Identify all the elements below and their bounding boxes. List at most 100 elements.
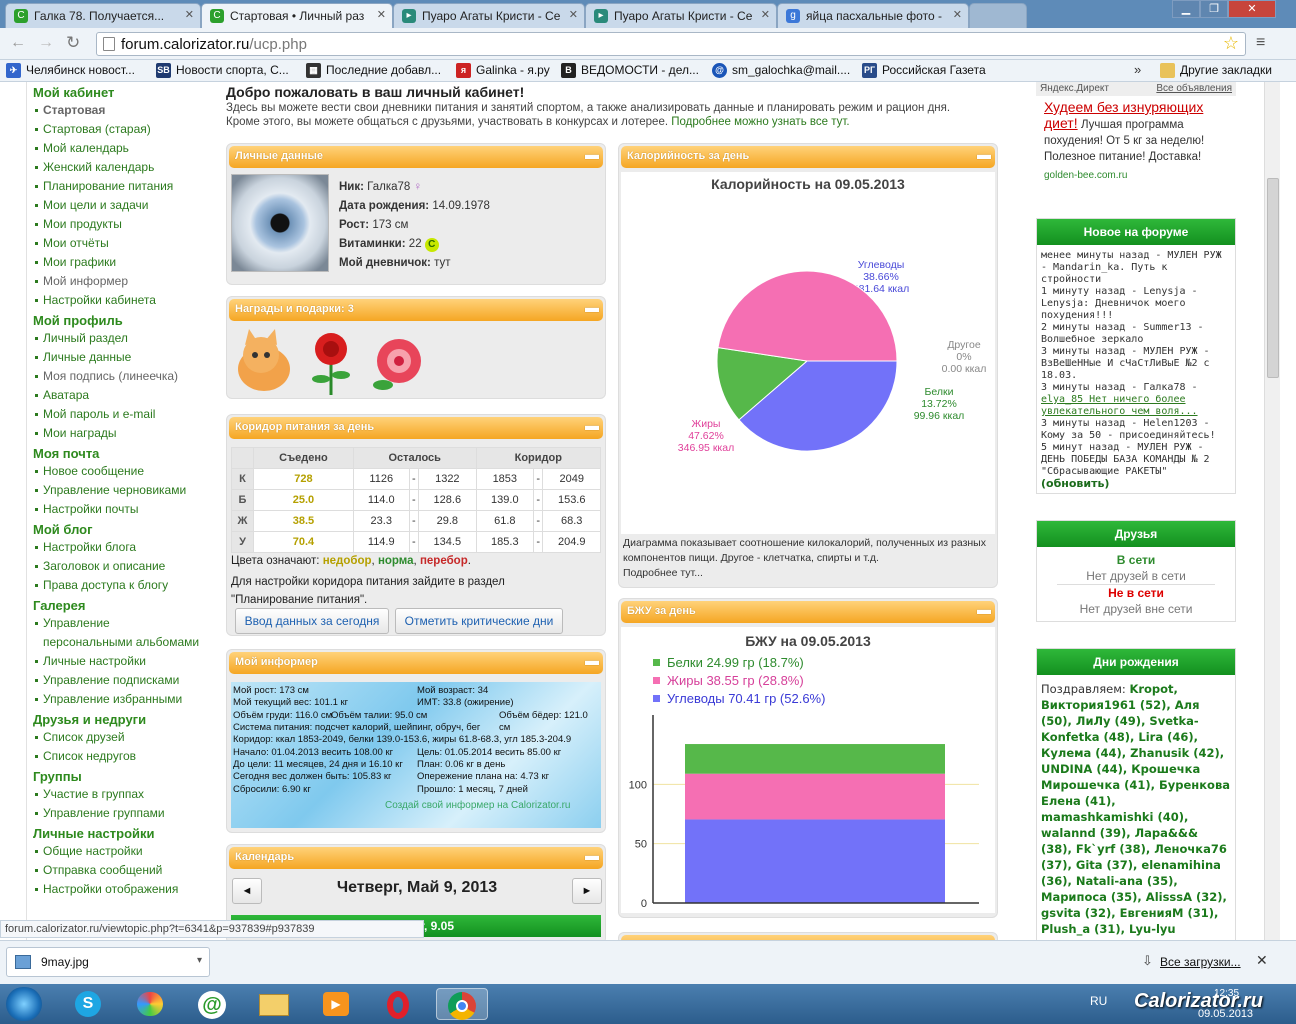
tab-poirot-1[interactable]: ▸ Пуаро Агаты Кристи - Се ✕ [393, 3, 585, 28]
nav-item[interactable]: Мои графики [33, 253, 222, 272]
all-downloads-link[interactable]: Все загрузки... [1160, 955, 1241, 969]
prev-day-button[interactable]: ◄ [232, 878, 262, 904]
collapse-icon[interactable]: ▬ [977, 147, 991, 161]
news-link[interactable]: elya_85 Нет ничего более увлекательного … [1041, 394, 1231, 418]
close-icon[interactable]: ✕ [761, 8, 770, 21]
more-bookmarks[interactable]: » [1134, 62, 1141, 77]
news-item[interactable]: 2 минуты назад - Summer13 - Волшебное зе… [1041, 322, 1231, 346]
star-icon[interactable]: ☆ [1223, 33, 1239, 54]
tab-eggs[interactable]: g яйца пасхальные фото - ✕ [777, 3, 969, 28]
rose-gift-icon[interactable] [312, 333, 350, 395]
mark-critical-days-button[interactable]: Отметить критические дни [395, 608, 563, 634]
nav-item[interactable]: Мой пароль и e-mail [33, 405, 222, 424]
nav-item[interactable]: Управление [33, 614, 222, 633]
nav-item[interactable]: Управление избранными [33, 690, 222, 709]
nav-item[interactable]: Заголовок и описание [33, 557, 222, 576]
bookmark-chelyabinsk[interactable]: ✈ Челябинск новост... [6, 63, 135, 78]
address-input[interactable]: forum.calorizator.ru/ucp.php ☆ [96, 32, 1246, 56]
nav-item[interactable]: Мои продукты [33, 215, 222, 234]
nav-item[interactable]: Управление подписками [33, 671, 222, 690]
download-item[interactable]: 9may.jpg ▾ [6, 947, 210, 977]
nav-section-title[interactable]: Друзья и недруги [33, 712, 222, 728]
birthday-names[interactable]: Kropot, Виктория1961 (52), Аля (50), ЛиЛ… [1041, 682, 1230, 936]
news-item[interactable]: 5 минут назад - МУЛЕН РУЖ - ДЕНЬ ПОБЕДЫ … [1041, 442, 1231, 478]
nav-item[interactable]: Настройки блога [33, 538, 222, 557]
nav-item[interactable]: Мои награды [33, 424, 222, 443]
close-icon[interactable]: ✕ [1256, 952, 1268, 969]
nav-item[interactable]: Список недругов [33, 747, 222, 766]
nav-section-title[interactable]: Мой профиль [33, 313, 222, 329]
nav-item[interactable]: персональными альбомами [33, 633, 222, 652]
refresh-link[interactable]: (обновить) [1041, 478, 1231, 490]
kitten-gift-icon[interactable] [238, 329, 290, 391]
new-tab-button[interactable] [969, 3, 1027, 28]
nav-item[interactable]: Аватара [33, 386, 222, 405]
close-icon[interactable]: ✕ [185, 8, 194, 21]
chrome-icon[interactable] [436, 988, 488, 1020]
nav-item[interactable]: Права доступа к блогу [33, 576, 222, 595]
nav-section-title[interactable]: Мой кабинет [33, 85, 222, 101]
news-item[interactable]: 3 минуты назад - Helen1203 - Кому за 50 … [1041, 418, 1231, 442]
bookmark-galinka[interactable]: я Galinka - я.ру [456, 63, 550, 78]
collapse-icon[interactable]: ▬ [585, 848, 599, 862]
collapse-icon[interactable]: ▬ [585, 418, 599, 432]
menu-icon[interactable]: ≡ [1256, 34, 1265, 52]
skype-icon[interactable]: S [66, 988, 110, 1020]
paint-icon[interactable] [128, 988, 172, 1020]
bookmark-latest[interactable]: ▦ Последние добавл... [306, 63, 441, 78]
nav-section-title[interactable]: Галерея [33, 598, 222, 614]
bookmark-rg[interactable]: РГ Российская Газета [862, 63, 986, 78]
news-item[interactable]: 3 минуты назад - МУЛЕН РУЖ - ВзВеШеННые … [1041, 346, 1231, 382]
bookmark-mail[interactable]: @ sm_galochka@mail.... [712, 63, 850, 78]
mail-agent-icon[interactable]: @ [190, 988, 234, 1020]
close-icon[interactable]: ✕ [569, 8, 578, 21]
nav-item[interactable]: Настройки отображения [33, 880, 222, 899]
nav-item[interactable]: Моя подпись (линеечка) [33, 367, 222, 386]
enter-today-button[interactable]: Ввод данных за сегодня [235, 608, 389, 634]
nav-item[interactable]: Личные данные [33, 348, 222, 367]
close-icon[interactable]: ✕ [953, 8, 962, 21]
nav-item[interactable]: Общие настройки [33, 842, 222, 861]
restore-icon[interactable]: ❐ [1200, 0, 1228, 18]
nav-item[interactable]: Настройки кабинета [33, 291, 222, 310]
tab-poirot-2[interactable]: ▸ Пуаро Агаты Кристи - Се ✕ [585, 3, 777, 28]
nav-item[interactable]: Отправка сообщений [33, 861, 222, 880]
nav-item[interactable]: Планирование питания [33, 177, 222, 196]
back-icon[interactable]: ← [10, 34, 26, 52]
news-item[interactable]: менее минуты назад - МУЛЕН РУЖ - Mandari… [1041, 250, 1231, 286]
nav-item[interactable]: Стартовая [33, 101, 222, 120]
nav-section-title[interactable]: Личные настройки [33, 826, 222, 842]
forward-icon[interactable]: → [38, 34, 54, 52]
calories-more-link[interactable]: Подробнее тут... [623, 566, 993, 581]
news-item[interactable]: 1 минуту назад - Lenysja - Lenysja: Днев… [1041, 286, 1231, 322]
scroll-thumb[interactable] [1267, 178, 1279, 378]
nav-item[interactable]: Управление группами [33, 804, 222, 823]
tab-start[interactable]: C Стартовая • Личный раз ✕ [201, 3, 393, 28]
nav-item[interactable]: Участие в группах [33, 785, 222, 804]
scrollbar[interactable] [1264, 82, 1280, 940]
next-day-button[interactable]: ► [572, 878, 602, 904]
nav-item[interactable]: Новое сообщение [33, 462, 222, 481]
other-bookmarks[interactable]: Другие закладки [1160, 63, 1272, 78]
media-player-icon[interactable]: ▶ [314, 988, 358, 1020]
close-icon[interactable]: ✕ [377, 8, 386, 21]
nav-item[interactable]: Мой информер [33, 272, 222, 291]
close-window-icon[interactable]: ✕ [1228, 0, 1276, 18]
nav-item[interactable]: Стартовая (старая) [33, 120, 222, 139]
explorer-folder-icon[interactable] [252, 988, 296, 1020]
opera-icon[interactable] [376, 988, 420, 1020]
nav-item[interactable]: Женский календарь [33, 158, 222, 177]
more-link[interactable]: Подробнее можно узнать все тут. [671, 116, 849, 128]
collapse-icon[interactable]: ▬ [585, 653, 599, 667]
nav-item[interactable]: Список друзей [33, 728, 222, 747]
minimize-icon[interactable]: ▁ [1172, 0, 1200, 18]
tab-galka[interactable]: C Галка 78. Получается... ✕ [5, 3, 201, 28]
nav-item[interactable]: Мои отчёты [33, 234, 222, 253]
nav-item[interactable]: Личный раздел [33, 329, 222, 348]
nav-section-title[interactable]: Мой блог [33, 522, 222, 538]
nav-item[interactable]: Управление черновиками [33, 481, 222, 500]
collapse-icon[interactable]: ▬ [585, 147, 599, 161]
nav-item[interactable]: Личные настройки [33, 652, 222, 671]
dropdown-icon[interactable]: ▾ [197, 955, 202, 966]
nav-item[interactable]: Настройки почты [33, 500, 222, 519]
